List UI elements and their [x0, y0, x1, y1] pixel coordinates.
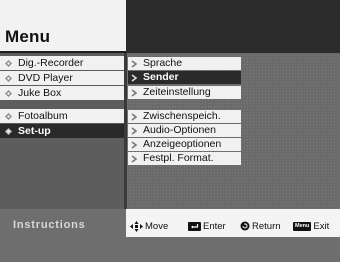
left-menu-item-juke-box[interactable]: Juke Box — [0, 86, 124, 100]
enter-hint: Enter — [188, 219, 226, 233]
menu-title: Menu — [5, 27, 51, 46]
chevron-right-icon — [131, 59, 139, 68]
submenu-item-sprache[interactable]: Sprache — [128, 57, 241, 70]
arrows-cross-icon — [130, 220, 143, 232]
submenu-item-audio-optionen[interactable]: Audio-Optionen — [128, 124, 241, 137]
submenu-item-sender[interactable]: Sender — [128, 71, 241, 84]
chevron-right-icon — [131, 73, 139, 82]
left-menu-item-dig-recorder[interactable]: Dig.-Recorder — [0, 56, 124, 70]
diamond-bullet-icon — [5, 59, 12, 67]
submenu-item-festpl-format[interactable]: Festpl. Format. — [128, 152, 241, 165]
chevron-right-icon — [131, 140, 139, 149]
left-menu-item-fotoalbum[interactable]: Fotoalbum — [0, 109, 124, 123]
diamond-bullet-icon — [5, 74, 12, 82]
submenu-item-zwischenspeich[interactable]: Zwischenspeich. — [128, 110, 241, 123]
return-hint: Return — [240, 219, 281, 233]
dvr-menu-screen: Menu Dig.-Recorder DVD Player Juke Box F… — [0, 0, 340, 262]
menu-key-label: Menu — [295, 222, 310, 229]
left-menu-item-label: Dig.-Recorder — [18, 57, 84, 69]
left-menu-item-set-up[interactable]: Set-up — [0, 124, 124, 138]
enter-hint-label: Enter — [203, 220, 226, 232]
chevron-right-icon — [131, 126, 139, 135]
submenu-item-label: Audio-Optionen — [143, 124, 216, 136]
move-hint: Move — [130, 219, 168, 233]
exit-hint: Menu Exit — [293, 219, 329, 233]
submenu-item-label: Sender — [143, 71, 179, 83]
submenu-item-label: Anzeigeoptionen — [143, 138, 222, 150]
menu-title-bar: Menu — [0, 0, 126, 53]
instructions-label: Instructions — [13, 219, 86, 231]
diamond-bullet-icon — [5, 112, 12, 120]
submenu-item-label: Sprache — [143, 57, 183, 69]
return-hint-label: Return — [252, 220, 281, 232]
submenu-item-label: Zwischenspeich. — [143, 110, 221, 122]
submenu-item-anzeigeoptionen[interactable]: Anzeigeoptionen — [128, 138, 241, 151]
submenu-item-zeiteinstellung[interactable]: Zeiteinstellung — [128, 86, 241, 99]
header-right-area — [126, 0, 340, 53]
chevron-right-icon — [131, 112, 139, 121]
left-menu-item-label: Juke Box — [18, 87, 62, 99]
left-menu-item-label: Set-up — [18, 125, 51, 137]
left-menu-item-label: Fotoalbum — [18, 110, 68, 122]
left-menu-item-label: DVD Player — [18, 72, 73, 84]
submenu-item-label: Zeiteinstellung — [143, 86, 211, 98]
chevron-right-icon — [131, 154, 139, 163]
left-menu-panel: Dig.-Recorder DVD Player Juke Box Fotoal… — [0, 53, 126, 209]
return-circle-icon — [240, 221, 250, 231]
left-menu-item-dvd-player[interactable]: DVD Player — [0, 71, 124, 85]
enter-key-icon — [188, 221, 201, 231]
diamond-bullet-icon — [5, 89, 12, 97]
setup-submenu-panel: Sprache Sender Zeiteinstellung Zwischens… — [127, 53, 340, 209]
submenu-item-label: Festpl. Format. — [143, 152, 214, 164]
exit-hint-label: Exit — [313, 220, 330, 232]
diamond-bullet-icon — [5, 127, 12, 135]
move-hint-label: Move — [145, 220, 169, 232]
menu-key-icon: Menu — [293, 221, 312, 231]
chevron-right-icon — [131, 88, 139, 97]
